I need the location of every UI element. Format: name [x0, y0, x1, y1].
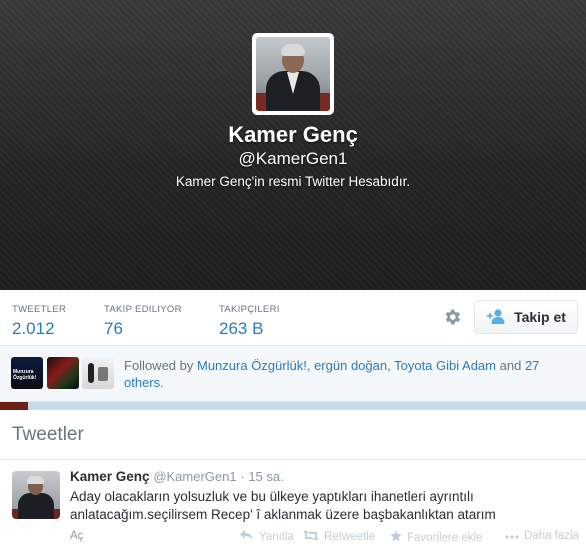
stat-tweets-value: 2.012 [12, 319, 55, 338]
followed-by-conjunction: and [499, 358, 522, 373]
profile-name: Kamer Genç [228, 122, 358, 147]
profile-header: Kamer Genç @KamerGen1 Kamer Genç'in resm… [0, 0, 586, 290]
tweet-open-link[interactable]: Aç [70, 530, 83, 542]
tweet-timestamp[interactable]: · 15 sa. [240, 469, 283, 484]
stat-following-value: 76 [104, 319, 123, 338]
retweet-icon [303, 530, 319, 544]
followed-by-text: Followed by Munzura Özgürlük!, ergün doğ… [124, 357, 564, 391]
stat-following[interactable]: TAKIP EDILIYOR 76 [104, 304, 182, 339]
star-icon [390, 530, 402, 545]
stat-tweets-label: TWEETLER [12, 304, 67, 315]
stat-followers[interactable]: TAKIPÇILERI 263 B [219, 304, 280, 339]
stat-following-label: TAKIP EDILIYOR [104, 304, 182, 315]
add-user-icon [486, 308, 506, 327]
tweet-text: Aday olacakların yolsuzluk ve bu ülkeye … [70, 489, 496, 522]
tweet-author-handle[interactable]: @KamerGen1 [153, 469, 236, 484]
tweet-author-name[interactable]: Kamer Genç [70, 469, 150, 484]
follower-link-3[interactable]: Toyota Gibi Adam [394, 358, 496, 373]
follower-avatar-1[interactable]: Munzura Özgürlük! [11, 357, 43, 389]
separator: , [306, 358, 311, 373]
stat-followers-label: TAKIPÇILERI [219, 304, 280, 315]
profile-avatar[interactable] [252, 33, 334, 115]
follower-link-2[interactable]: ergün doğan [314, 358, 387, 373]
follower-avatar-2[interactable] [47, 357, 79, 389]
followed-by-prefix: Followed by [124, 358, 194, 373]
more-action[interactable]: Daha fazla [505, 530, 579, 542]
reply-action[interactable]: Yanıtla [240, 530, 294, 544]
follower-avatar-1-text: Munzura Özgürlük! [13, 369, 37, 381]
more-icon [505, 530, 519, 542]
tweet-actions: Aç Yanıtla Retweetle Favorilere ekle Dah… [70, 530, 580, 546]
follow-button-label: Takip et [514, 309, 566, 325]
tweet-avatar[interactable] [12, 471, 60, 519]
divider [0, 459, 586, 460]
followed-by-module: Munzura Özgürlük! Followed by Munzura Öz… [0, 346, 586, 402]
favorite-action[interactable]: Favorilere ekle [390, 530, 482, 545]
reply-label: Yanıtla [259, 531, 294, 543]
tweets-panel: Tweetler Kamer Genç @KamerGen1 · 15 sa. … [0, 410, 586, 551]
stat-tweets[interactable]: TWEETLER 2.012 [12, 304, 66, 339]
separator: , [387, 358, 391, 373]
profile-handle: @KamerGen1 [238, 149, 348, 168]
retweet-action[interactable]: Retweetle [303, 530, 375, 544]
tweets-heading: Tweetler [12, 424, 84, 445]
stat-followers-value: 263 B [219, 319, 264, 338]
follow-button[interactable]: Takip et [474, 300, 578, 334]
retweet-label: Retweetle [324, 531, 376, 543]
profile-banner-strip [0, 402, 586, 410]
more-label: Daha fazla [524, 530, 579, 542]
favorite-label: Favorilere ekle [407, 531, 483, 544]
follower-link-1[interactable]: Munzura Özgürlük! [197, 358, 307, 373]
profile-avatar-image [256, 37, 330, 111]
gear-icon[interactable] [440, 305, 464, 329]
reply-icon [240, 530, 254, 544]
tweet-header: Kamer Genç @KamerGen1 · 15 sa. [70, 469, 284, 484]
profile-bio: Kamer Genç'in resmi Twitter Hesabıdır. [175, 174, 411, 189]
follower-avatar-3[interactable] [82, 357, 114, 389]
